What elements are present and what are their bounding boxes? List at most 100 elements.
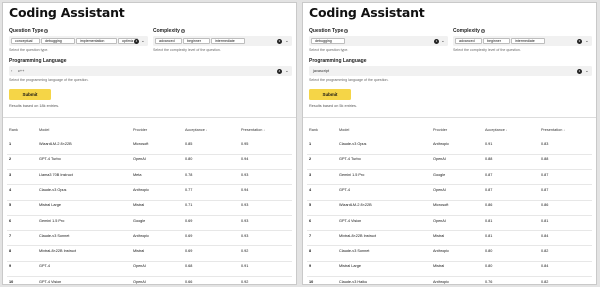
chip-intermediate[interactable]: intermediate — [511, 38, 545, 44]
cell-presentation: 0.95 — [241, 142, 249, 146]
complexity-select[interactable]: advanced beginner intermediate 3 ⌄ — [453, 36, 592, 46]
chip-advanced[interactable]: advanced — [455, 38, 482, 44]
cell-presentation: 0.93 — [241, 203, 249, 208]
cell-rank: 2 — [9, 157, 12, 162]
chip-beginner[interactable]: beginner — [183, 38, 210, 44]
complexity-help: Select the complexity level of the quest… — [153, 48, 221, 52]
col-presentation[interactable]: Presentation↓ — [541, 128, 565, 132]
language-select[interactable]: javascript 1 ⌄ — [309, 66, 592, 76]
cell-presentation: 0.84 — [541, 264, 549, 269]
cell-model: Mistral Large — [339, 264, 361, 269]
cell-rank: 4 — [309, 187, 312, 192]
complexity-select[interactable]: advanced beginner intermediate 3 ⌄ — [153, 36, 292, 46]
chevron-down-icon[interactable]: ⌄ — [285, 38, 289, 44]
chevron-down-icon[interactable]: ⌄ — [585, 38, 589, 44]
cell-provider: Meta — [133, 172, 142, 177]
col-acceptance[interactable]: Acceptance↓ — [185, 128, 207, 132]
col-model: Model — [339, 128, 350, 132]
selected-count-badge: 4 — [277, 68, 282, 74]
table-row[interactable]: 10 Claude-v3 Haiku Anthropic 0.76 0.82 — [303, 275, 596, 284]
language-value: c++ — [18, 68, 25, 73]
selected-count-badge: 3 — [577, 38, 582, 44]
help-icon[interactable]: ? — [480, 29, 485, 33]
col-presentation[interactable]: Presentation↓ — [241, 128, 265, 132]
cell-model: Claude-v3 Opus — [39, 187, 67, 192]
cell-model: GPT-4 Vision — [339, 218, 362, 223]
arrow-down-icon: ↓ — [563, 128, 565, 132]
cell-model: GPT-4 — [39, 264, 50, 269]
cell-presentation: 0.92 — [241, 279, 249, 284]
cell-rank: 9 — [9, 264, 12, 269]
chevron-down-icon[interactable]: ⌄ — [141, 38, 145, 44]
language-select[interactable]: ‹ c++ 4 ⌄ — [9, 66, 292, 76]
help-icon[interactable]: ? — [344, 29, 349, 33]
chip-debugging[interactable]: debugging — [41, 38, 75, 44]
cell-presentation: 0.87 — [541, 172, 549, 177]
cell-presentation: 0.93 — [241, 218, 249, 223]
cell-acceptance: 0.87 — [485, 172, 493, 177]
cell-provider: Microsoft — [433, 203, 449, 208]
divider — [303, 117, 596, 118]
cell-rank: 6 — [9, 218, 12, 223]
cell-provider: Mistral — [133, 203, 145, 208]
arrow-down-icon: ↓ — [505, 128, 508, 132]
chip-intermediate[interactable]: intermediate — [211, 38, 245, 44]
cell-model: Gemini 1.5 Pro — [339, 172, 365, 177]
cell-rank: 5 — [309, 203, 312, 208]
chevron-left-icon[interactable]: ‹ — [11, 68, 12, 74]
chip-debugging[interactable]: debugging — [311, 38, 345, 44]
leaderboard-panel: Coding Assistant Question Type? debuggin… — [302, 2, 597, 285]
cell-model: GPT-4 Vision — [39, 279, 62, 284]
cell-presentation: 0.83 — [541, 142, 549, 146]
cell-provider: OpenAI — [133, 279, 146, 284]
cell-rank: 1 — [309, 142, 312, 146]
cell-presentation: 0.82 — [541, 249, 549, 254]
cell-acceptance: 0.81 — [485, 233, 493, 238]
cell-rank: 10 — [309, 279, 314, 284]
cell-presentation: 0.86 — [541, 203, 549, 208]
complexity-label: Complexity? — [453, 28, 485, 34]
cell-acceptance: 0.88 — [485, 157, 493, 162]
help-icon[interactable]: ? — [180, 29, 185, 33]
chip-implementation[interactable]: implementation — [76, 38, 117, 44]
cell-presentation: 0.82 — [541, 279, 549, 284]
selected-count-badge: 4 — [134, 38, 139, 44]
question-type-select[interactable]: conceptual debugging implementation opti… — [9, 36, 148, 46]
cell-provider: Google — [133, 218, 146, 223]
cell-model: Mixtral-8×22B Instruct — [39, 249, 77, 254]
help-icon[interactable]: ? — [44, 29, 49, 33]
col-provider: Provider — [133, 128, 148, 132]
col-provider: Provider — [433, 128, 448, 132]
col-acceptance[interactable]: Acceptance↓ — [485, 128, 507, 132]
chevron-down-icon[interactable]: ⌄ — [585, 68, 589, 74]
col-rank: Rank — [309, 128, 318, 132]
question-type-select[interactable]: debugging 1 ⌄ — [309, 36, 448, 46]
chip-advanced[interactable]: advanced — [155, 38, 182, 44]
chevron-down-icon[interactable]: ⌄ — [441, 38, 445, 44]
cell-acceptance: 0.91 — [485, 142, 493, 146]
cell-rank: 7 — [309, 233, 312, 238]
cell-rank: 7 — [9, 233, 12, 238]
complexity-help: Select the complexity level of the quest… — [453, 48, 521, 52]
submit-button[interactable]: Submit — [309, 89, 351, 100]
cell-acceptance: 0.86 — [485, 203, 493, 208]
selected-count-badge: 1 — [577, 68, 582, 74]
cell-provider: Mistral — [433, 264, 445, 269]
cell-provider: OpenAI — [433, 218, 446, 223]
language-help: Select the programming language of the q… — [309, 78, 389, 82]
submit-button[interactable]: Submit — [9, 89, 51, 100]
cell-acceptance: 0.77 — [185, 187, 193, 192]
cell-rank: 2 — [309, 157, 312, 162]
language-help: Select the programming language of the q… — [9, 78, 89, 82]
chip-beginner[interactable]: beginner — [483, 38, 510, 44]
table-row[interactable]: 10 GPT-4 Vision OpenAI 0.66 0.92 — [3, 275, 296, 284]
chip-conceptual[interactable]: conceptual — [11, 38, 40, 44]
cell-rank: 8 — [309, 249, 312, 254]
cell-acceptance: 0.87 — [485, 187, 493, 192]
cell-rank: 8 — [9, 249, 12, 254]
cell-presentation: 0.94 — [241, 187, 249, 192]
cell-presentation: 0.84 — [541, 233, 549, 238]
chevron-down-icon[interactable]: ⌄ — [285, 68, 289, 74]
cell-acceptance: 0.71 — [185, 203, 193, 208]
cell-model: Mistral Large — [39, 203, 61, 208]
